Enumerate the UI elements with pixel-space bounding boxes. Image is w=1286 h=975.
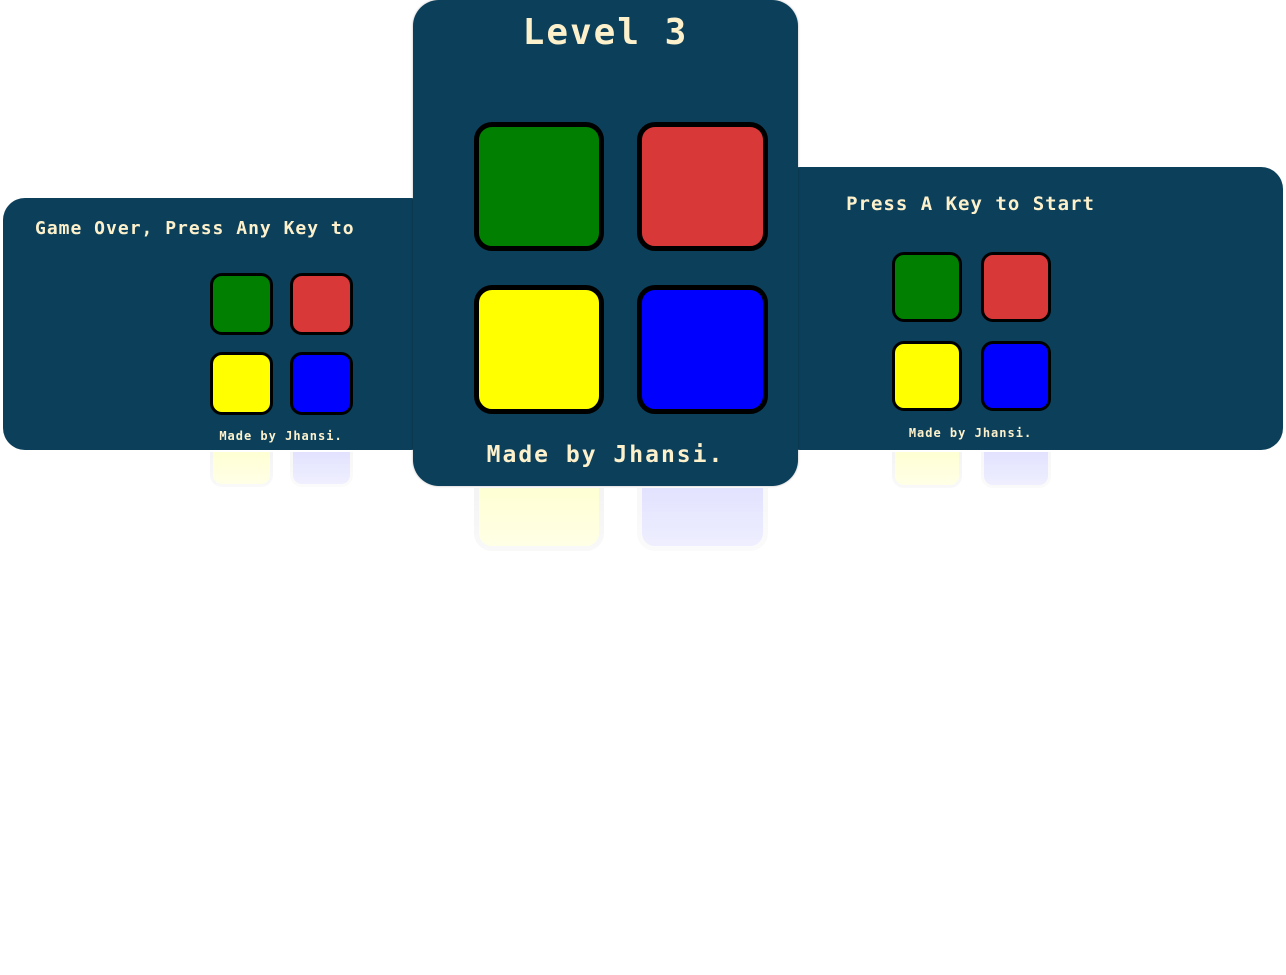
credit-text: Made by Jhansi. (219, 429, 343, 443)
game-over-screen: Game Over, Press Any Key to Made by Jhan… (3, 198, 433, 450)
yellow-pad-reflection (474, 488, 604, 551)
level-screen: Level 3 Made by Jhansi. (413, 0, 798, 486)
blue-pad[interactable] (637, 285, 768, 414)
yellow-pad-reflection (210, 452, 273, 487)
red-pad[interactable] (637, 122, 768, 251)
yellow-pad[interactable] (210, 352, 273, 415)
yellow-pad[interactable] (474, 285, 604, 414)
center-card-reflection (413, 488, 798, 623)
start-title: Press A Key to Start (846, 193, 1095, 215)
red-pad[interactable] (981, 252, 1051, 322)
credit-text: Made by Jhansi. (486, 442, 725, 468)
blue-pad-reflection (981, 452, 1051, 488)
yellow-pad[interactable] (892, 341, 962, 411)
blue-pad-reflection (290, 452, 353, 487)
red-pad[interactable] (290, 273, 353, 335)
credit-text: Made by Jhansi. (908, 426, 1033, 440)
right-card-reflection (778, 452, 1283, 527)
start-screen: Press A Key to Start Made by Jhansi. (778, 167, 1283, 450)
game-over-title: Game Over, Press Any Key to (35, 218, 355, 239)
level-title: Level 3 (522, 12, 689, 53)
left-card-reflection (3, 452, 433, 522)
blue-pad[interactable] (981, 341, 1051, 411)
green-pad[interactable] (892, 252, 962, 322)
blue-pad[interactable] (290, 352, 353, 415)
green-pad[interactable] (474, 122, 604, 251)
yellow-pad-reflection (892, 452, 962, 488)
blue-pad-reflection (637, 488, 768, 551)
green-pad[interactable] (210, 273, 273, 335)
